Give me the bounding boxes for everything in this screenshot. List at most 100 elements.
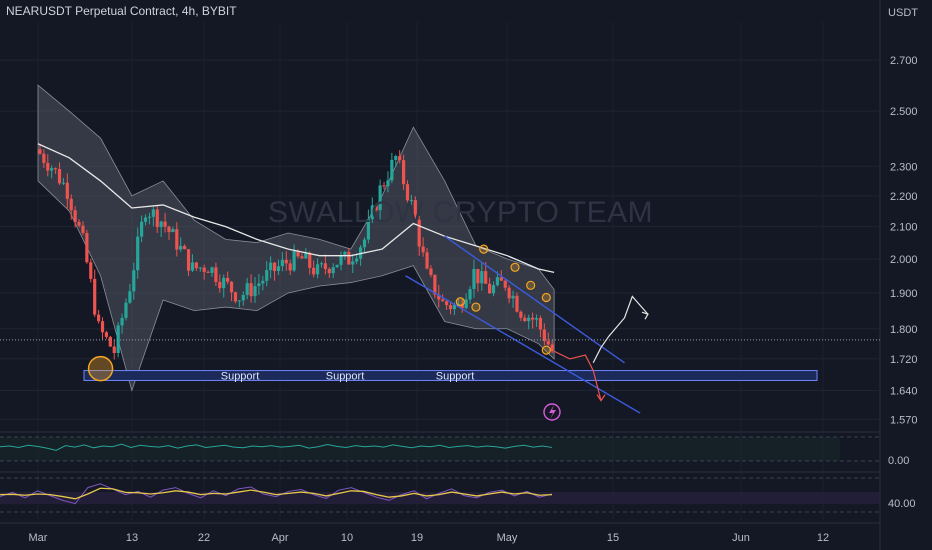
candle-body bbox=[226, 277, 230, 282]
candle-body bbox=[206, 271, 210, 273]
candle-body bbox=[167, 226, 171, 233]
date-tick-label: 19 bbox=[411, 532, 423, 544]
date-tick-label: 12 bbox=[817, 532, 829, 544]
candle-body bbox=[429, 268, 433, 275]
candle-body bbox=[339, 255, 343, 265]
bollinger-band bbox=[37, 84, 555, 392]
candle-body bbox=[495, 277, 500, 286]
candle-body bbox=[190, 262, 195, 271]
candle-body bbox=[57, 169, 62, 184]
candle-body bbox=[464, 299, 468, 309]
candle-body bbox=[202, 267, 206, 272]
candle-body bbox=[351, 261, 355, 265]
candle-body bbox=[159, 221, 163, 228]
candle-body bbox=[42, 153, 46, 163]
candle-body bbox=[523, 317, 527, 322]
price-tick-label: 1.800 bbox=[890, 324, 918, 336]
candle-body bbox=[77, 221, 81, 226]
currency-label: USDT bbox=[888, 7, 918, 19]
candle-body bbox=[261, 280, 265, 284]
candle-body bbox=[538, 318, 543, 330]
candle-body bbox=[136, 236, 140, 271]
candle-body bbox=[61, 182, 66, 184]
candle-body bbox=[186, 249, 191, 271]
candle-body bbox=[46, 162, 50, 171]
candle-body bbox=[237, 300, 241, 302]
candle-body bbox=[175, 229, 179, 250]
candle-body bbox=[546, 341, 550, 345]
candle-body bbox=[394, 156, 398, 160]
candle-body bbox=[484, 271, 488, 284]
bullish-projection bbox=[592, 295, 649, 364]
candle-body bbox=[222, 277, 226, 289]
candle-body bbox=[151, 209, 155, 217]
candle-body bbox=[276, 266, 281, 272]
candle-body bbox=[85, 233, 89, 263]
candle-body bbox=[347, 251, 351, 265]
candle-body bbox=[304, 253, 308, 259]
candle-body bbox=[171, 229, 175, 233]
candle-body bbox=[448, 305, 453, 310]
candle-body bbox=[147, 216, 152, 218]
candle-body bbox=[491, 285, 496, 294]
orange-marker bbox=[541, 345, 551, 355]
candle-body bbox=[480, 271, 484, 284]
candle-body bbox=[335, 264, 339, 268]
price-tick-label: 1.900 bbox=[890, 288, 918, 300]
candle-body bbox=[272, 262, 277, 272]
support-label: Support bbox=[221, 371, 260, 383]
price-tick-label: 1.570 bbox=[890, 414, 918, 426]
lightning-bolt bbox=[549, 405, 556, 419]
candle-body bbox=[140, 221, 144, 237]
candle-body bbox=[527, 317, 531, 322]
date-tick-label: 10 bbox=[341, 532, 353, 544]
candle-body bbox=[214, 267, 218, 282]
candle-body bbox=[104, 332, 109, 337]
candle-body bbox=[218, 281, 222, 289]
stoch-axis-label: 40.00 bbox=[888, 498, 916, 510]
candle-body bbox=[386, 180, 390, 187]
candle-body bbox=[308, 253, 312, 268]
candle-body bbox=[476, 268, 480, 284]
date-tick-label: 15 bbox=[607, 532, 619, 544]
date-tick-label: Apr bbox=[271, 532, 288, 544]
candle-body bbox=[233, 292, 238, 302]
candle-body bbox=[65, 182, 69, 199]
candle-body bbox=[292, 250, 296, 271]
candle-body bbox=[441, 299, 445, 302]
candle-body bbox=[319, 263, 324, 265]
candle-body bbox=[81, 225, 85, 234]
candle-body bbox=[280, 259, 284, 267]
chart-area: 2.700 2.500 2.300 2.200 2.100 2.000 1.900 1.800… bbox=[0, 0, 932, 550]
candle-body bbox=[249, 283, 253, 297]
candle-body bbox=[93, 278, 97, 315]
candle-body bbox=[511, 295, 515, 299]
price-tick-label: 2.000 bbox=[890, 254, 918, 266]
date-tick-label: May bbox=[497, 532, 518, 544]
date-tick-label: Jun bbox=[732, 532, 750, 544]
orange-marker bbox=[479, 244, 489, 254]
candle-body bbox=[97, 314, 101, 322]
candle-body bbox=[163, 221, 167, 227]
candle-body bbox=[542, 329, 546, 342]
candle-body bbox=[421, 246, 425, 253]
candle-body bbox=[519, 311, 523, 318]
candle-body bbox=[515, 295, 519, 312]
candle-body bbox=[89, 262, 93, 279]
candle-body bbox=[108, 336, 112, 347]
candle-body bbox=[355, 258, 359, 262]
candle-body bbox=[269, 262, 273, 271]
support-label: Support bbox=[436, 371, 475, 383]
candle-body bbox=[284, 259, 288, 264]
candle-body bbox=[183, 245, 187, 250]
orange-marker bbox=[455, 297, 465, 307]
price-tick-label: 2.200 bbox=[890, 191, 918, 203]
candle-body bbox=[50, 168, 54, 171]
candle-body bbox=[362, 239, 367, 248]
candle-body bbox=[73, 210, 77, 222]
candle-body bbox=[550, 344, 554, 352]
candle-body bbox=[53, 168, 58, 170]
orange-marker bbox=[87, 355, 114, 382]
orange-marker bbox=[526, 280, 536, 290]
candle-body bbox=[116, 325, 120, 353]
